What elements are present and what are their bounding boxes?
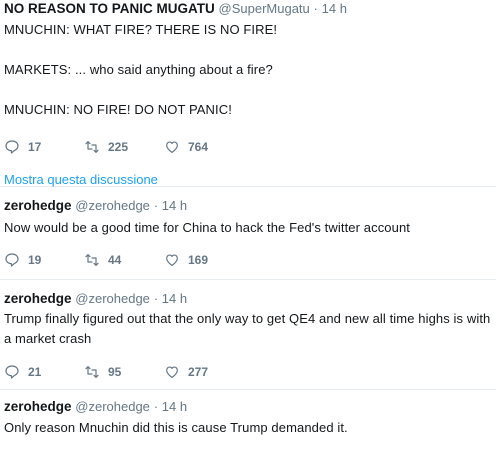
like-count: 277 xyxy=(188,365,209,379)
retweet-count: 225 xyxy=(108,140,129,154)
like-button[interactable]: 169 xyxy=(164,252,244,268)
reply-icon xyxy=(5,365,19,379)
retweet-button[interactable]: 225 xyxy=(84,139,164,155)
tweet-header: NO REASON TO PANIC MUGATU @SuperMugatu ·… xyxy=(4,0,494,17)
tweet[interactable]: zerohedge @zerohedge · 14 h Only reason … xyxy=(0,398,496,451)
tweet-text: MNUCHIN: WHAT FIRE? THERE IS NO FIRE! MA… xyxy=(4,22,278,117)
tweet[interactable]: zerohedge @zerohedge · 14 h Now would be… xyxy=(0,197,496,280)
like-icon xyxy=(166,366,178,378)
tweet-actions: 17 225 764 xyxy=(4,137,494,157)
tweet-feed: NO REASON TO PANIC MUGATU @SuperMugatu ·… xyxy=(0,0,496,451)
separator-dot: · xyxy=(153,399,159,414)
retweet-icon xyxy=(85,366,99,378)
separator-dot: · xyxy=(313,1,318,16)
reply-button[interactable]: 19 xyxy=(4,252,84,268)
reply-count: 17 xyxy=(28,140,42,154)
retweet-count: 95 xyxy=(108,365,122,379)
separator-dot: · xyxy=(153,198,159,213)
author-name[interactable]: zerohedge xyxy=(4,399,72,414)
like-icon xyxy=(166,141,178,153)
author-handle[interactable]: @zerohedge xyxy=(75,399,150,414)
like-button[interactable]: 277 xyxy=(164,364,244,380)
tweet-header: zerohedge @zerohedge · 14 h xyxy=(4,290,494,307)
like-icon xyxy=(166,254,178,266)
timestamp[interactable]: 14 h xyxy=(162,291,187,306)
reply-button[interactable]: 17 xyxy=(4,139,84,155)
reply-button[interactable]: 21 xyxy=(4,364,84,380)
timestamp[interactable]: 14 h xyxy=(162,198,187,213)
author-name[interactable]: NO REASON TO PANIC MUGATU xyxy=(4,1,215,16)
show-thread-link[interactable]: Mostra questa discussione xyxy=(4,172,494,187)
tweet-actions: 21 95 277 xyxy=(4,362,494,382)
timestamp[interactable]: 14 h xyxy=(322,1,347,16)
reply-icon xyxy=(5,253,19,267)
retweet-icon xyxy=(85,141,99,153)
reply-icon xyxy=(5,140,19,154)
tweet-header: zerohedge @zerohedge · 14 h xyxy=(4,197,494,214)
author-name[interactable]: zerohedge xyxy=(4,198,72,213)
like-count: 169 xyxy=(188,253,209,267)
retweet-button[interactable]: 44 xyxy=(84,252,164,268)
like-button[interactable]: 764 xyxy=(164,139,244,155)
tweet-text: Only reason Mnuchin did this is cause Tr… xyxy=(4,420,348,435)
tweet[interactable]: zerohedge @zerohedge · 14 h Trump finall… xyxy=(0,290,496,390)
tweet-actions: 19 44 169 xyxy=(4,250,494,270)
reply-count: 21 xyxy=(28,365,42,379)
tweet[interactable]: NO REASON TO PANIC MUGATU @SuperMugatu ·… xyxy=(0,0,496,187)
author-handle[interactable]: @SuperMugatu xyxy=(219,1,310,16)
timestamp[interactable]: 14 h xyxy=(162,399,187,414)
author-name[interactable]: zerohedge xyxy=(4,291,72,306)
retweet-button[interactable]: 95 xyxy=(84,364,164,380)
separator-dot: · xyxy=(153,291,159,306)
author-handle[interactable]: @zerohedge xyxy=(75,198,150,213)
retweet-icon xyxy=(85,254,99,266)
like-count: 764 xyxy=(188,140,209,154)
reply-count: 19 xyxy=(28,253,42,267)
tweet-text: Now would be a good time for China to ha… xyxy=(4,220,410,235)
tweet-text: Trump finally figured out that the only … xyxy=(4,311,491,346)
retweet-count: 44 xyxy=(108,253,122,267)
author-handle[interactable]: @zerohedge xyxy=(75,291,150,306)
tweet-header: zerohedge @zerohedge · 14 h xyxy=(4,398,494,415)
